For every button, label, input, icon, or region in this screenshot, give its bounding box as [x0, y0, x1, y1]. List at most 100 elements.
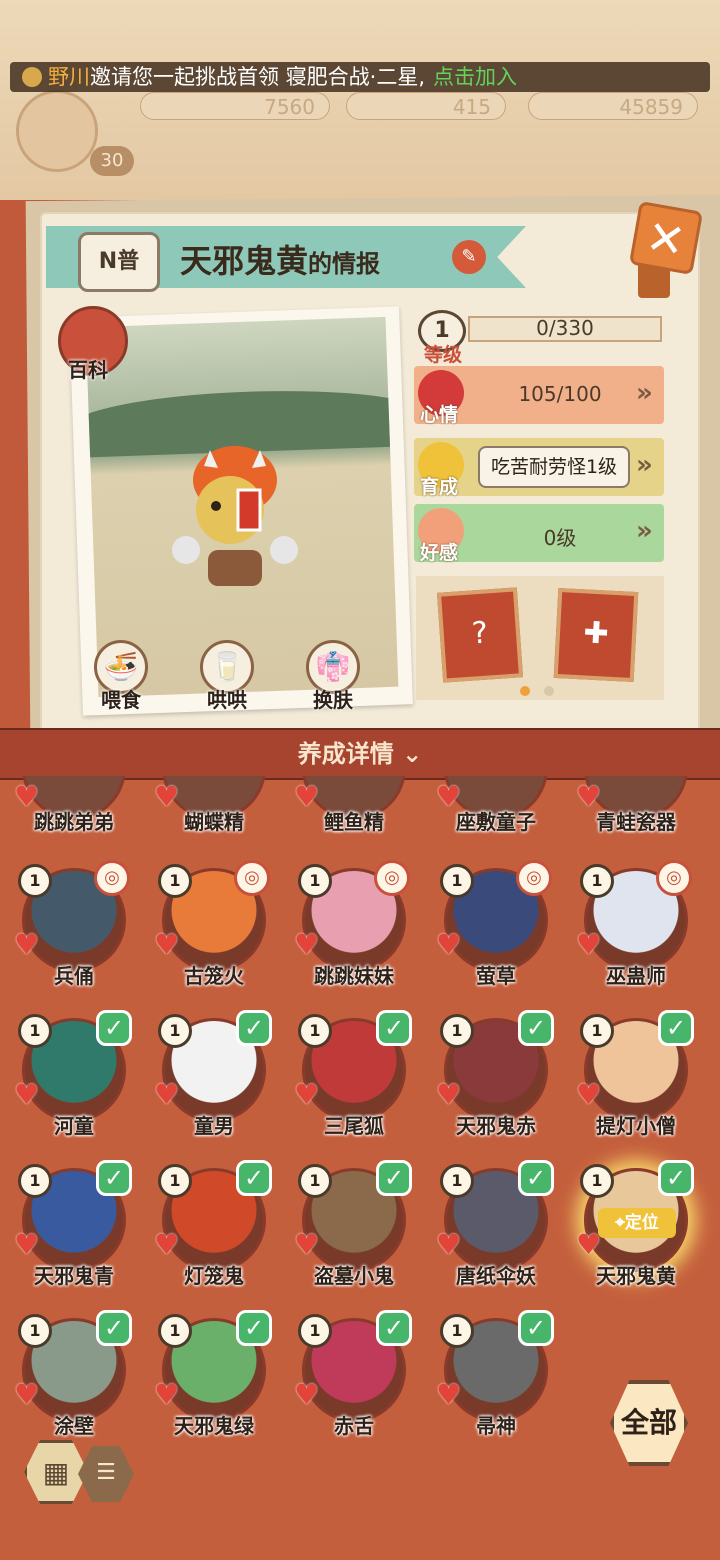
level-badge: 1 — [580, 1164, 614, 1198]
roster-cell[interactable]: 1 ♥ ◎ 兵俑 — [14, 856, 134, 996]
heart-icon: ♥ — [576, 1078, 602, 1111]
roster-cell[interactable]: 1 ♥ ✓ 天邪鬼绿 — [154, 1306, 274, 1446]
heart-icon: ♥ — [294, 1378, 320, 1411]
roster-cell[interactable]: 1 ♥ ✓ ⌖定位 天邪鬼黄 — [576, 1156, 696, 1296]
roster-cell[interactable]: 1 ♥ ✓ 三尾狐 — [294, 1006, 414, 1146]
kimono-icon: 👘 — [315, 650, 351, 683]
checkmark-icon: ✓ — [658, 1010, 694, 1046]
roster-cell-partial[interactable]: ♥ 青蛙瓷器 — [576, 776, 696, 836]
roster-cell[interactable]: 1 ♥ ✓ 天邪鬼赤 — [436, 1006, 556, 1146]
level-label: 等级 — [424, 344, 463, 366]
details-label: 养成详情 — [297, 740, 394, 768]
heart-icon: ♥ — [14, 1228, 40, 1261]
checkmark-icon: ✓ — [376, 1160, 412, 1196]
level-badge: 1 — [440, 1314, 474, 1348]
resource-stamina: 415 — [346, 92, 506, 120]
roster-cell-partial[interactable]: ♥ 跳跳弟弟 — [14, 776, 134, 836]
level-badge: 1 — [18, 1314, 52, 1348]
locate-button[interactable]: ⌖定位 — [598, 1208, 676, 1238]
monster-name: 唐纸伞妖 — [456, 1264, 536, 1288]
roster-cell[interactable]: 1 ♥ ✓ 帚神 — [436, 1306, 556, 1446]
checkmark-icon: ✓ — [96, 1310, 132, 1346]
checkmark-icon: ✓ — [518, 1310, 554, 1346]
food-icon: ◎ — [94, 860, 130, 896]
monster-name: 蝴蝶精 — [184, 810, 244, 834]
monster-name: 天邪鬼赤 — [456, 1114, 536, 1138]
monster-name: 天邪鬼绿 — [174, 1414, 254, 1438]
mystery-item-card[interactable]: ? — [436, 587, 524, 683]
monster-name: 天邪鬼黄 — [596, 1264, 676, 1288]
checkmark-icon: ✓ — [236, 1010, 272, 1046]
close-button[interactable]: ✕ — [628, 200, 704, 276]
monster-name: 帚神 — [476, 1414, 516, 1438]
close-icon: ✕ — [642, 209, 690, 269]
roster-cell-partial[interactable]: ♥ 鲤鱼精 — [294, 776, 414, 836]
heart-icon: ♥ — [14, 928, 40, 961]
feed-label: 喂食 — [101, 688, 141, 712]
roster-cell-partial[interactable]: ♥ 蝴蝶精 — [154, 776, 274, 836]
roster-cell[interactable]: 1 ♥ ✓ 赤舌 — [294, 1306, 414, 1446]
lantern-icon: ✚ — [582, 615, 610, 652]
monster-name: 灯笼鬼 — [184, 1264, 244, 1288]
roster-cell[interactable]: 1 ♥ ✓ 唐纸伞妖 — [436, 1156, 556, 1296]
level-badge: 1 — [158, 864, 192, 898]
invite-join-link[interactable]: 点击加入 — [433, 65, 517, 89]
heart-icon: ♥ — [294, 1228, 320, 1261]
monster-name: 座敷童子 — [456, 810, 536, 834]
player-avatar[interactable] — [16, 90, 98, 172]
boss-invite-banner[interactable]: 野川邀请您一起挑战首领 寝肥合战·二星, 点击加入 — [10, 62, 710, 92]
heart-icon: ♥ — [436, 928, 462, 961]
encyclopedia-label: 百科 — [68, 358, 108, 382]
chevron-right-icon: » — [636, 516, 653, 546]
food-icon: ◎ — [656, 860, 692, 896]
monster-name: 兵俑 — [54, 964, 94, 988]
roster-cell[interactable]: 1 ♥ ✓ 天邪鬼青 — [14, 1156, 134, 1296]
monster-name: 赤舌 — [334, 1414, 374, 1438]
invite-player: 野川 — [48, 65, 90, 89]
checkmark-icon: ✓ — [518, 1160, 554, 1196]
affection-value: 0级 — [543, 526, 577, 550]
list-view-icon: ☰ — [96, 1460, 116, 1485]
milk-carton-icon: 🥛 — [209, 650, 245, 683]
chevron-right-icon: » — [636, 450, 653, 480]
roster-cell-partial[interactable]: ♥ 座敷童子 — [436, 776, 556, 836]
title-suffix: 的情报 — [308, 249, 381, 278]
roster-cell[interactable]: 1 ♥ ✓ 盗墓小鬼 — [294, 1156, 414, 1296]
roster-cell[interactable]: 1 ♥ ◎ 巫蛊师 — [576, 856, 696, 996]
roster-cell[interactable]: 1 ♥ ◎ 跳跳妹妹 — [294, 856, 414, 996]
monster-illustration[interactable] — [170, 440, 300, 610]
page-dot-active — [520, 686, 530, 696]
level-badge: 1 — [298, 864, 332, 898]
monster-name: 鲤鱼精 — [324, 810, 384, 834]
heart-icon: ♥ — [436, 1228, 462, 1261]
roster-cell[interactable]: 1 ♥ ◎ 萤草 — [436, 856, 556, 996]
heart-icon: ♥ — [576, 928, 602, 961]
checkmark-icon: ✓ — [96, 1010, 132, 1046]
monster-name: 天邪鬼黄 — [180, 242, 309, 280]
monster-name: 萤草 — [476, 964, 516, 988]
roster-cell[interactable]: 1 ♥ ✓ 提灯小僧 — [576, 1006, 696, 1146]
change-skin-label: 换肤 — [313, 688, 353, 712]
heart-icon: ♥ — [154, 1378, 180, 1411]
monster-name: 三尾狐 — [324, 1114, 384, 1138]
coax-label: 哄哄 — [207, 688, 247, 712]
growth-details-toggle[interactable]: 养成详情 ⌄ — [0, 728, 720, 780]
page-dot — [544, 686, 554, 696]
level-badge: 1 — [298, 1314, 332, 1348]
level-badge: 1 — [440, 1014, 474, 1048]
edit-name-button[interactable]: ✎ — [452, 240, 486, 274]
level-badge: 1 — [158, 1014, 192, 1048]
monster-name: 盗墓小鬼 — [314, 1264, 394, 1288]
roster-cell[interactable]: 1 ♥ ✓ 童男 — [154, 1006, 274, 1146]
checkmark-icon: ✓ — [96, 1160, 132, 1196]
checkmark-icon: ✓ — [236, 1160, 272, 1196]
roster-cell[interactable]: 1 ♥ ✓ 河童 — [14, 1006, 134, 1146]
growth-label: 育成 — [420, 476, 459, 498]
monster-name: 涂壁 — [54, 1414, 94, 1438]
monster-name: 巫蛊师 — [606, 964, 666, 988]
monster-name: 跳跳妹妹 — [314, 964, 394, 988]
roster-cell[interactable]: 1 ♥ ✓ 涂壁 — [14, 1306, 134, 1446]
lantern-item-card[interactable]: ✚ — [553, 587, 639, 683]
roster-cell[interactable]: 1 ♥ ◎ 古笼火 — [154, 856, 274, 996]
roster-cell[interactable]: 1 ♥ ✓ 灯笼鬼 — [154, 1156, 274, 1296]
